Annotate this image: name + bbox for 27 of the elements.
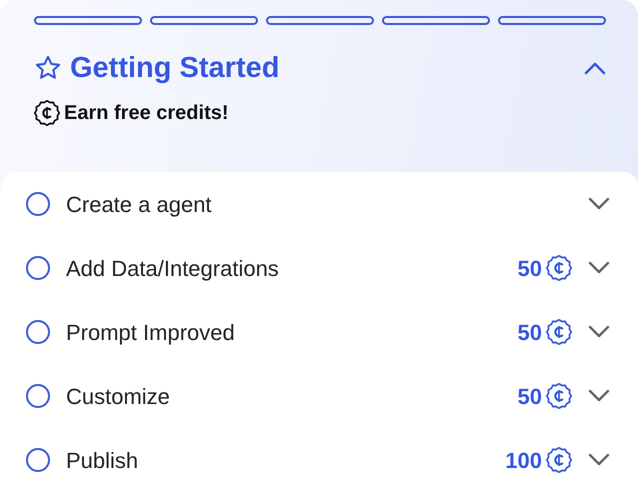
task-label[interactable]: Create a agent: [66, 188, 572, 220]
task-label[interactable]: Customize: [66, 380, 518, 412]
subtitle: Earn free credits!: [64, 100, 229, 126]
coin-icon: [546, 319, 572, 345]
task-checkbox[interactable]: [26, 320, 50, 344]
coin-icon: [546, 255, 572, 281]
expand-chevron-icon[interactable]: [588, 389, 610, 403]
task-checkbox[interactable]: [26, 384, 50, 408]
task-checkbox[interactable]: [26, 448, 50, 472]
credit-amount: 50: [518, 382, 542, 410]
task-label[interactable]: Publish: [66, 444, 506, 476]
coin-icon: [546, 447, 572, 473]
expand-chevron-icon[interactable]: [588, 261, 610, 275]
expand-chevron-icon[interactable]: [588, 325, 610, 339]
expand-chevron-icon[interactable]: [588, 197, 610, 211]
task-checkbox[interactable]: [26, 192, 50, 216]
credit-amount: 50: [518, 254, 542, 282]
task-checkbox[interactable]: [26, 256, 50, 280]
task-label[interactable]: Add Data/Integrations: [66, 252, 518, 284]
collapse-chevron-icon[interactable]: [584, 61, 606, 76]
coin-icon: [546, 383, 572, 409]
task-label[interactable]: Prompt Improved: [66, 316, 518, 348]
credit-amount: 100: [505, 446, 542, 474]
section-title: Getting Started: [70, 51, 280, 86]
credit-amount: 50: [518, 318, 542, 346]
coin-icon: [34, 100, 60, 126]
expand-chevron-icon[interactable]: [588, 453, 610, 467]
